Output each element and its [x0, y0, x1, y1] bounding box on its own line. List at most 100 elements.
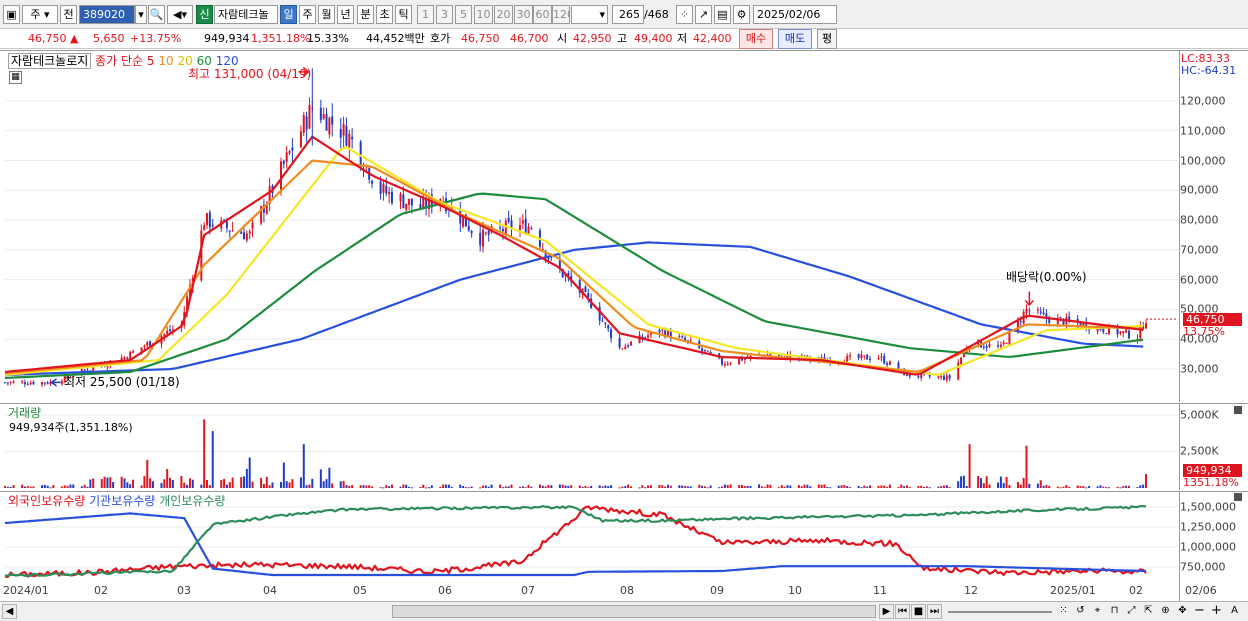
candle-body [1127, 330, 1130, 339]
period-year-button[interactable]: 년 [337, 5, 354, 24]
quote-bar: 46,750 ▲ 5,650 +13.75% 949,934 1,351.18%… [0, 29, 1248, 49]
font-size-icon[interactable]: A [1227, 604, 1242, 619]
period-day-button[interactable]: 일 [280, 5, 297, 24]
volume-bar [427, 487, 430, 489]
period-select[interactable]: 주 ▾ [22, 5, 58, 24]
volume-bar [604, 485, 607, 488]
candle-body [661, 329, 664, 331]
volume-bar [789, 485, 792, 488]
crosshair-icon[interactable]: ⌖ [1090, 604, 1105, 619]
stock-code-input[interactable]: 389020 [79, 5, 135, 24]
search-icon[interactable]: 🔍 [148, 5, 165, 24]
institution-holding-label[interactable]: 기관보유수량 [89, 494, 155, 508]
candle-body [29, 382, 32, 385]
candle-body [1119, 331, 1122, 334]
scroll-stop-icon[interactable]: ■ [911, 604, 926, 619]
interval-60-button[interactable]: 60 [533, 5, 552, 24]
open-price: 42,950 [573, 32, 612, 45]
volume-chart-canvas[interactable] [0, 403, 1178, 490]
measure-icon[interactable]: ⤢ [1124, 604, 1139, 619]
prev-period-button[interactable]: 전 [60, 5, 77, 24]
draw-tool-icon[interactable]: ↗ [695, 5, 712, 24]
volume-panel-close-icon[interactable] [1234, 406, 1242, 414]
scroll-first-icon[interactable]: ⏮ [895, 604, 910, 619]
buy-button[interactable]: 매수 [739, 29, 773, 49]
zoom-out-icon[interactable]: − [1192, 604, 1207, 619]
candle-body [6, 382, 9, 384]
volume-bar [698, 484, 701, 488]
volume-bar [550, 485, 553, 488]
zoom-icon[interactable]: ⊕ [1158, 604, 1173, 619]
gear-icon[interactable]: ⚙ [733, 5, 750, 24]
data-count-input[interactable]: 265 [612, 5, 644, 24]
candle-body [339, 129, 342, 138]
candle-body [1102, 328, 1105, 332]
candle-body [1019, 320, 1022, 322]
volume-title[interactable]: 거래량 [8, 406, 41, 420]
fit-icon[interactable]: ⇱ [1141, 604, 1156, 619]
scroll-right-icon[interactable]: ▶ [879, 604, 894, 619]
magnet-icon[interactable]: ⊓ [1107, 604, 1122, 619]
candle-body [302, 115, 305, 133]
window-menu-icon[interactable]: ▣ [3, 5, 20, 24]
zoom-in-icon[interactable]: + [1209, 604, 1224, 619]
interval-120-button[interactable]: 120 [552, 5, 570, 24]
volume-bar [923, 486, 926, 488]
period-week-button[interactable]: 주 [299, 5, 316, 24]
volume-bar [243, 476, 246, 488]
date-input[interactable]: 2025/02/06 [753, 5, 837, 24]
volume-bar [524, 487, 527, 489]
candle-body [32, 381, 35, 385]
speaker-icon[interactable]: ◀▾ [167, 5, 193, 24]
evaluation-button[interactable]: 평 [817, 29, 837, 49]
hand-icon[interactable]: ✥ [1175, 604, 1190, 619]
period-second-button[interactable]: 초 [376, 5, 393, 24]
holder-panel-close-icon[interactable] [1234, 493, 1242, 501]
grid-icon[interactable]: ⁘ [676, 5, 693, 24]
interval-5-button[interactable]: 5 [455, 5, 472, 24]
volume-bar [49, 487, 52, 489]
candle-body [985, 346, 988, 348]
interval-3-button[interactable]: 3 [436, 5, 453, 24]
volume-bar [829, 487, 832, 489]
scroll-thumb[interactable] [392, 605, 876, 618]
volume-bar [837, 485, 840, 488]
zoom-slider-track[interactable] [948, 611, 1052, 613]
scroll-last-icon[interactable]: ⏭ [927, 604, 942, 619]
period-tick-button[interactable]: 틱 [395, 5, 412, 24]
interval-1-button[interactable]: 1 [417, 5, 434, 24]
volume-bar [368, 485, 371, 488]
individual-holding-label[interactable]: 개인보유수량 [159, 494, 225, 508]
volume-bar [351, 485, 354, 488]
interval-20-button[interactable]: 20 [494, 5, 513, 24]
stock-code-dropdown-icon[interactable]: ▾ [135, 5, 147, 24]
chart-scrollbar[interactable]: ◀ ▶ ⏮ ■ ⏭ ⁙ ↺ ⌖ ⊓ ⤢ ⇱ ⊕ ✥ − + A [0, 601, 1248, 621]
candle-body [1028, 310, 1031, 312]
scroll-left-icon[interactable]: ◀ [2, 604, 17, 619]
interval-30-button[interactable]: 30 [514, 5, 533, 24]
volume-bar [937, 486, 940, 488]
sell-button[interactable]: 매도 [778, 29, 812, 49]
candle-body [706, 350, 709, 352]
volume-bar [21, 484, 24, 488]
candle-body [997, 345, 1000, 347]
volume-bar [877, 485, 880, 488]
candle-body [524, 218, 527, 234]
restore-icon[interactable]: ↺ [1073, 604, 1088, 619]
stock-name-field[interactable]: 자람테크놀 [214, 5, 278, 24]
ma10-line [4, 159, 1144, 375]
custom-interval-select[interactable]: ▾ [571, 5, 608, 24]
candle-body [299, 131, 302, 148]
foreign-holding-label[interactable]: 외국인보유수량 [8, 494, 85, 508]
interval-10-button[interactable]: 10 [474, 5, 493, 24]
price-chart-canvas[interactable] [0, 50, 1178, 402]
period-minute-button[interactable]: 분 [357, 5, 374, 24]
save-icon[interactable]: ▤ [714, 5, 731, 24]
chart-mode-icon[interactable]: ⁙ [1056, 604, 1071, 619]
period-month-button[interactable]: 월 [318, 5, 335, 24]
volume-bar [1127, 485, 1130, 488]
volume-bar [721, 486, 724, 488]
volume-bar [220, 480, 223, 488]
max-price-label: 최고 131,000 (04/19) [188, 67, 312, 81]
volume-bar [689, 486, 692, 488]
